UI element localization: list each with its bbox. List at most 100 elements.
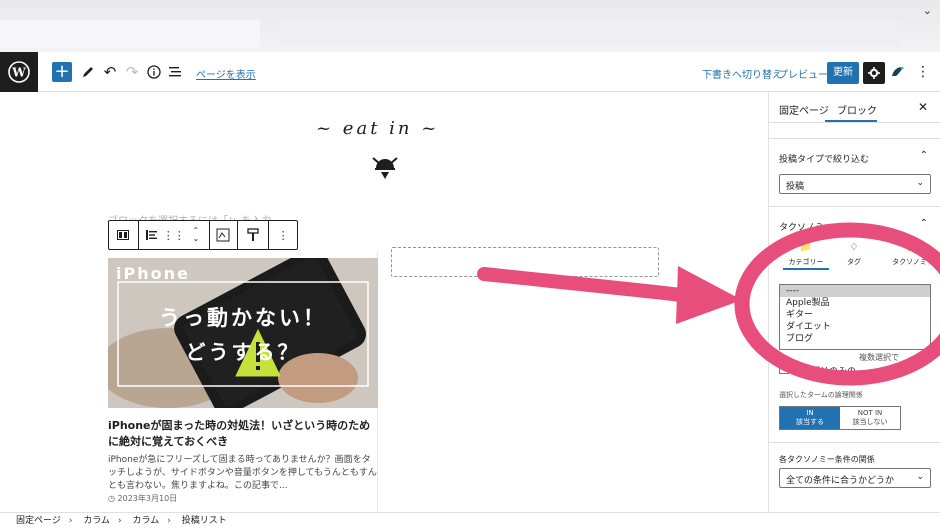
browser-blurred-region <box>0 20 260 48</box>
preview-button[interactable]: プレビュー <box>778 66 828 81</box>
post-excerpt: iPhoneが急にフリーズして固まる時ってありませんか？画面をタッチしようが、サ… <box>108 455 377 491</box>
clock-icon: ◷ <box>108 494 115 503</box>
divider <box>769 122 940 123</box>
post-date-text: 2023年3月10日 <box>117 494 178 503</box>
post-type-filter-label: 投稿タイプで絞り込む <box>779 155 870 165</box>
relation-not-in-button[interactable]: NOT IN 該当しない <box>840 407 900 429</box>
drag-handle-icon[interactable]: ⋮⋮ <box>163 227 185 243</box>
folder-icon: 📁 <box>799 242 813 253</box>
block-mover-group: ⋮⋮ ⌃ ⌄ <box>139 221 210 249</box>
taxonomy-condition-select[interactable]: 全ての条件に合うかどうか ⌄ <box>779 468 931 488</box>
empty-column-block[interactable] <box>391 247 659 277</box>
svg-text:W: W <box>11 66 26 80</box>
folder-icon: 📁 <box>906 242 920 253</box>
taxonomy-label: タクソノミー <box>779 223 833 233</box>
relation-in-sub: 該当する <box>796 418 824 426</box>
cloche-logo-icon <box>368 150 402 184</box>
editor-toolbar: W + ↶ ↷ ページを表示 下書きへ切り替え プレビュー 更新 ⋮ <box>0 52 940 92</box>
term-option[interactable]: ブログ <box>780 333 930 345</box>
relation-in-button[interactable]: IN 該当する <box>780 407 840 429</box>
block-style-button[interactable] <box>210 221 238 249</box>
settings-gear-icon[interactable] <box>863 62 885 84</box>
divider <box>769 442 940 443</box>
chevron-down-icon: ⌄ <box>916 472 924 482</box>
more-options-icon[interactable]: ⋮ <box>916 64 930 80</box>
tab-page[interactable]: 固定ページ <box>779 102 829 117</box>
breadcrumb-item[interactable]: 固定ページ <box>16 516 61 526</box>
tax-tab-tag-label: タグ <box>847 258 861 266</box>
taxonomy-condition-value: 全ての条件に合うかどうか <box>786 476 895 486</box>
breadcrumb-item[interactable]: カラム <box>133 516 160 526</box>
post-title-link[interactable]: iPhoneが固まった時の対処法！いざという時のために絶対に覚えておくべき <box>108 418 378 450</box>
block-breadcrumb: 固定ページ › カラム › カラム › 投稿リスト <box>0 512 940 528</box>
pencil-tool-icon[interactable] <box>78 62 98 82</box>
multi-select-note: 複数選択で <box>859 353 899 362</box>
thumbnail-headline-2: どうする？ <box>185 340 301 364</box>
close-icon[interactable]: ✕ <box>918 100 928 114</box>
thumbnail-headline-1: うっ動かない！ <box>159 306 327 330</box>
browser-tab-strip: ⌄ <box>0 0 940 52</box>
breadcrumb-item[interactable]: カラム <box>83 516 110 526</box>
post-type-select[interactable]: 投稿 ⌄ <box>779 174 931 194</box>
info-icon[interactable] <box>144 62 164 82</box>
term-option[interactable]: Apple製品 <box>780 297 930 309</box>
wordpress-logo-icon[interactable]: W <box>0 52 38 92</box>
switch-to-draft-button[interactable]: 下書きへ切り替え <box>702 66 782 81</box>
chevron-down-icon[interactable]: ⌄ <box>923 4 932 17</box>
term-relation-label: 選択したタームの論理関係 <box>779 391 863 399</box>
settings-sidebar: 固定ページ ブロック ✕ 投稿タイプで絞り込む ⌃ 投稿 ⌄ タクソノミー ⌃ … <box>768 92 940 512</box>
tax-tab-tag[interactable]: ♢ タグ <box>839 242 869 267</box>
thumbnail-iphone-text: iPhone <box>116 264 190 283</box>
block-more-options-button[interactable]: ⋮ <box>269 221 297 249</box>
breadcrumb-item[interactable]: 投稿リスト <box>182 516 227 526</box>
chevron-up-icon[interactable]: ⌃ <box>920 218 928 229</box>
site-logo-text: ~ eat in ~ <box>316 118 440 139</box>
term-option[interactable]: ギター <box>780 309 930 321</box>
tax-tab-category-label: カテゴリー <box>788 258 824 266</box>
post-type-value: 投稿 <box>786 182 805 192</box>
breadcrumb-separator: › <box>167 516 171 526</box>
move-up-down-icon[interactable]: ⌃ ⌄ <box>188 227 204 243</box>
tag-icon: ♢ <box>849 242 859 253</box>
list-view-icon[interactable] <box>166 62 186 82</box>
undo-icon[interactable]: ↶ <box>100 62 120 82</box>
tax-tab-taxonomy[interactable]: 📁 タクソノミー <box>885 242 940 267</box>
relation-in-label: IN <box>806 409 814 417</box>
term-relation-toggle: IN 該当する NOT IN 該当しない <box>779 406 901 430</box>
divider <box>769 138 940 139</box>
term-multi-select[interactable]: ---- Apple製品 ギター ダイエット ブログ <box>779 284 931 350</box>
relation-not-in-sub: 該当しない <box>852 418 888 426</box>
chevron-up-icon[interactable]: ⌃ <box>920 150 928 161</box>
editor-canvas: ~ eat in ~ ブロックを選択するには「/」を入力 ⋮⋮ ⌃⌄ <box>0 92 768 512</box>
post-list-item[interactable]: iPhone うっ動かない！ どうする？ iPhoneが固まった時の対処法！いざ… <box>108 252 378 512</box>
block-toolbar: ⋮⋮ ⌃ ⌄ ⋮ <box>108 220 298 250</box>
taxonomy-condition-label: 各タクソノミー条件の関係 <box>779 455 875 464</box>
posts-list-icon <box>215 227 231 243</box>
only-child-label: カテゴリのみの <box>793 367 857 377</box>
relation-not-in-label: NOT IN <box>857 409 883 417</box>
breadcrumb-separator: › <box>68 516 73 526</box>
chevron-down-icon: ⌄ <box>916 178 924 188</box>
align-icon[interactable] <box>144 227 160 243</box>
tax-tab-category[interactable]: 📁 カテゴリー <box>783 242 829 267</box>
more-vertical-icon: ⋮ <box>277 228 289 242</box>
active-tab-indicator <box>783 268 829 270</box>
tab-block[interactable]: ブロック <box>837 102 877 117</box>
tax-tab-taxonomy-label: タクソノミー <box>892 258 934 266</box>
browser-blurred-region <box>280 22 900 46</box>
paint-roller-button[interactable] <box>238 221 270 249</box>
only-child-checkbox[interactable] <box>779 364 789 374</box>
divider <box>769 206 940 207</box>
paint-roller-icon <box>245 227 261 243</box>
columns-icon <box>115 227 131 243</box>
block-type-button[interactable] <box>109 221 139 249</box>
view-page-link[interactable]: ページを表示 <box>196 66 256 81</box>
term-option[interactable]: ---- <box>780 285 930 297</box>
post-date: ◷ 2023年3月10日 <box>108 493 177 504</box>
update-button[interactable]: 更新 <box>827 62 859 84</box>
add-block-button[interactable]: + <box>52 62 72 82</box>
redo-icon[interactable]: ↷ <box>122 62 142 82</box>
plugin-bird-icon[interactable] <box>890 64 906 84</box>
term-option[interactable]: ダイエット <box>780 321 930 333</box>
post-thumbnail[interactable]: iPhone うっ動かない！ どうする？ <box>108 258 378 408</box>
